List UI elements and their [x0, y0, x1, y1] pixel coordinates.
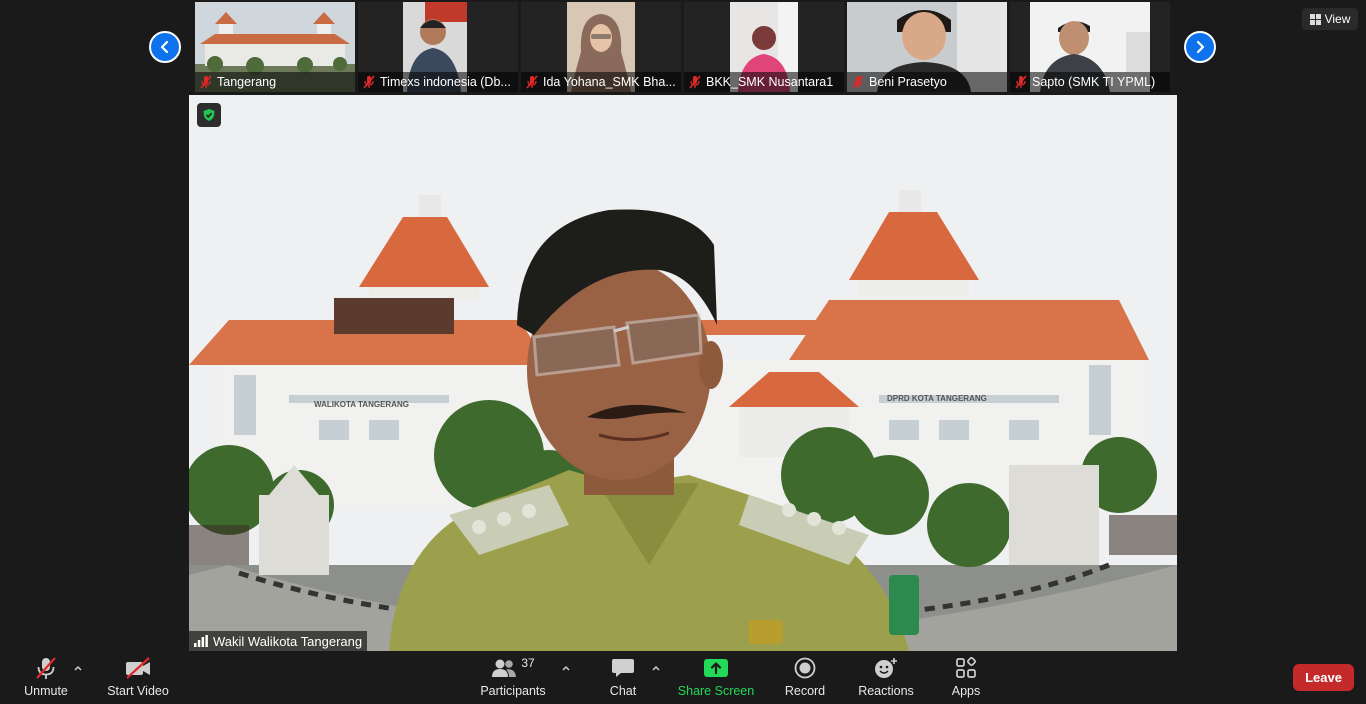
- muted-mic-icon: [1015, 75, 1027, 89]
- muted-mic-icon: [200, 75, 212, 89]
- participant-caption: Ida Yohana_SMK Bha...: [521, 72, 681, 92]
- unmute-button[interactable]: Unmute: [20, 651, 72, 704]
- video-off-icon: [126, 657, 150, 679]
- muted-mic-icon: [36, 657, 56, 679]
- muted-mic-icon: [363, 75, 375, 89]
- speaker-video-feed: WALIKOTA TANGERANG DPRD KOTA TANGERANG: [189, 95, 1177, 651]
- chat-options-chevron-up-icon[interactable]: [651, 663, 661, 673]
- muted-mic-icon: [526, 75, 538, 89]
- chat-label: Chat: [609, 684, 637, 698]
- participant-caption: Beni Prasetyo: [847, 72, 1007, 92]
- participants-label: Participants: [480, 684, 546, 698]
- record-icon: [794, 657, 816, 679]
- participant-name: Tangerang: [217, 75, 277, 89]
- previous-page-button[interactable]: [149, 31, 181, 63]
- participants-button[interactable]: 37 Participants: [478, 651, 548, 704]
- apps-icon: [956, 657, 976, 678]
- reactions-label: Reactions: [858, 684, 914, 698]
- share-screen-label: Share Screen: [677, 684, 755, 698]
- active-speaker-video: WALIKOTA TANGERANG DPRD KOTA TANGERANG W…: [189, 95, 1177, 651]
- speaker-caption: Wakil Walikota Tangerang: [189, 631, 368, 651]
- participant-tile[interactable]: Tangerang: [195, 2, 355, 92]
- audio-options-chevron-up-icon[interactable]: [73, 663, 83, 673]
- participant-tile[interactable]: Sapto (SMK TI YPML): [1010, 2, 1170, 92]
- leave-label: Leave: [1305, 670, 1342, 685]
- signal-strength-icon: [194, 635, 208, 647]
- share-screen-button[interactable]: Share Screen: [678, 651, 754, 704]
- view-label: View: [1324, 12, 1351, 26]
- reactions-button[interactable]: Reactions: [855, 651, 917, 704]
- participant-caption: Timexs indonesia (Db...: [358, 72, 518, 92]
- participant-strip: Tangerang Timexs indonesia (Db... Ida Yo…: [0, 0, 1366, 95]
- chevron-left-icon: [160, 40, 169, 54]
- participants-icon: [492, 659, 517, 677]
- chevron-right-icon: [1196, 40, 1205, 54]
- encryption-shield-button[interactable]: [197, 103, 221, 127]
- meeting-toolbar: Unmute Start Video 37 Participants Chat …: [0, 651, 1366, 704]
- muted-mic-icon: [852, 75, 864, 89]
- record-button[interactable]: Record: [783, 651, 827, 704]
- participants-options-chevron-up-icon[interactable]: [561, 663, 571, 673]
- participant-caption: Tangerang: [195, 72, 355, 92]
- participant-name: Sapto (SMK TI YPML): [1032, 75, 1156, 89]
- participants-count: 37: [521, 656, 535, 670]
- share-screen-icon: [704, 659, 728, 677]
- building-sign-right: DPRD KOTA TANGERANG: [887, 394, 987, 403]
- participant-tile[interactable]: BKK_SMK Nusantara1: [684, 2, 844, 92]
- participant-tile[interactable]: Ida Yohana_SMK Bha...: [521, 2, 681, 92]
- record-label: Record: [784, 684, 826, 698]
- muted-mic-icon: [689, 75, 701, 89]
- start-video-button[interactable]: Start Video: [104, 651, 172, 704]
- participant-name: Beni Prasetyo: [869, 75, 947, 89]
- apps-label: Apps: [951, 684, 981, 698]
- participant-name: Ida Yohana_SMK Bha...: [543, 75, 676, 89]
- building-sign-left: WALIKOTA TANGERANG: [314, 400, 409, 409]
- unmute-label: Unmute: [24, 684, 68, 698]
- start-video-label: Start Video: [107, 684, 169, 698]
- apps-button[interactable]: Apps: [944, 651, 988, 704]
- view-button[interactable]: View: [1302, 8, 1358, 30]
- grid-view-icon: [1309, 13, 1321, 25]
- participant-name: Timexs indonesia (Db...: [380, 75, 511, 89]
- next-page-button[interactable]: [1184, 31, 1216, 63]
- leave-button[interactable]: Leave: [1293, 664, 1354, 691]
- participant-name: BKK_SMK Nusantara1: [706, 75, 834, 89]
- participant-tile[interactable]: Beni Prasetyo: [847, 2, 1007, 92]
- participant-tile[interactable]: Timexs indonesia (Db...: [358, 2, 518, 92]
- chat-icon: [612, 659, 634, 677]
- shield-icon: [203, 109, 215, 121]
- reactions-smiley-icon: [875, 658, 897, 678]
- participant-caption: BKK_SMK Nusantara1: [684, 72, 844, 92]
- participant-caption: Sapto (SMK TI YPML): [1010, 72, 1170, 92]
- chat-button[interactable]: Chat: [603, 651, 643, 704]
- speaker-name: Wakil Walikota Tangerang: [213, 633, 363, 649]
